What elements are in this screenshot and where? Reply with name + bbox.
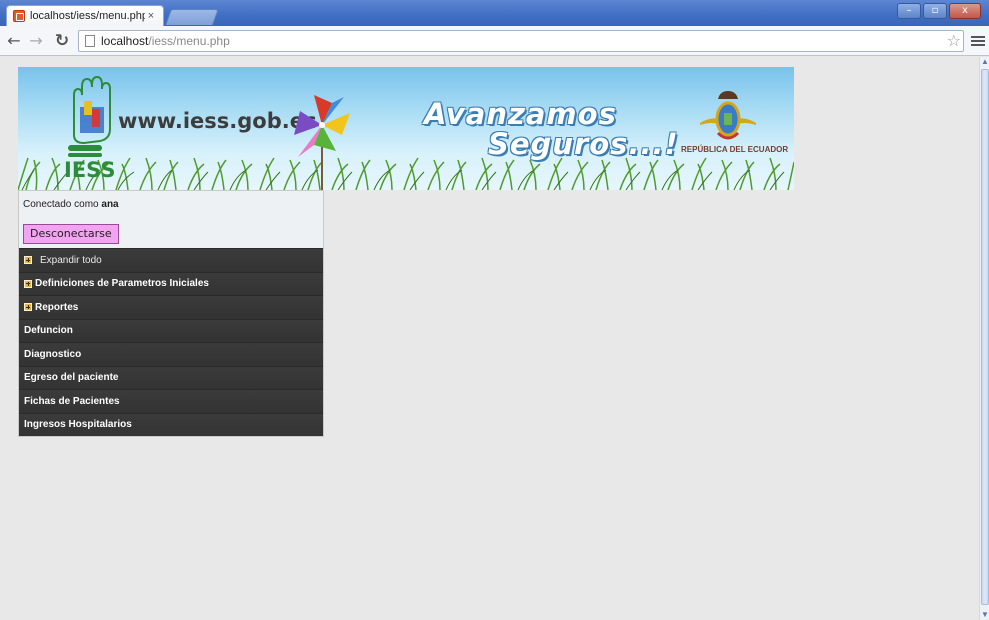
vertical-scrollbar[interactable]: ▲ ▼ bbox=[979, 57, 989, 620]
menu-item-diagnostico[interactable]: Diagnostico bbox=[19, 342, 323, 366]
menu-item-defuncion[interactable]: Defuncion bbox=[19, 318, 323, 342]
url-host: localhost bbox=[101, 34, 149, 48]
bookmark-star-icon[interactable]: ☆ bbox=[947, 31, 961, 50]
favicon-icon bbox=[13, 10, 25, 22]
menu-item-label: Fichas de Pacientes bbox=[24, 395, 120, 407]
session-prefix: Conectado como bbox=[23, 199, 99, 210]
iess-logo-icon: IESS bbox=[64, 75, 115, 179]
back-arrow-icon[interactable]: ← bbox=[4, 31, 24, 51]
menu-item-label: Egreso del paciente bbox=[24, 372, 119, 383]
nav-menu: Expandir todo Definiciones de Parametros… bbox=[19, 248, 323, 436]
forward-arrow-icon[interactable]: → bbox=[26, 31, 46, 51]
menu-expand-all[interactable]: Expandir todo bbox=[19, 248, 323, 272]
tab-title: localhost/iess/menu.php bbox=[30, 10, 145, 22]
header-banner: IESS www.iess.gob.ec Avanzamos Seguros..… bbox=[18, 67, 794, 190]
window-titlebar: localhost/iess/menu.php × – ▫ x bbox=[0, 0, 989, 26]
slogan-line-1: Avanzamos bbox=[424, 97, 617, 131]
plus-icon bbox=[24, 303, 32, 312]
url-path: /iess/menu.php bbox=[148, 34, 230, 48]
plus-icon bbox=[24, 279, 32, 288]
page-icon bbox=[85, 35, 95, 47]
scroll-thumb[interactable] bbox=[981, 69, 989, 605]
scroll-down-icon[interactable]: ▼ bbox=[980, 610, 989, 620]
logout-button[interactable]: Desconectarse bbox=[23, 224, 119, 244]
menu-panel: Conectado como ana Desconectarse Expandi… bbox=[18, 190, 324, 437]
menu-item-label: Ingresos Hospitalarios bbox=[24, 419, 132, 430]
reload-icon[interactable]: ↻ bbox=[52, 31, 72, 51]
plus-icon bbox=[24, 256, 32, 265]
menu-item-fichas[interactable]: Fichas de Pacientes bbox=[19, 389, 323, 413]
tab-close-icon[interactable]: × bbox=[145, 10, 157, 22]
menu-item-ingresos[interactable]: Ingresos Hospitalarios bbox=[19, 412, 323, 436]
browser-menu-icon[interactable] bbox=[971, 31, 985, 51]
scroll-up-icon[interactable]: ▲ bbox=[980, 57, 989, 67]
browser-tab[interactable]: localhost/iess/menu.php × bbox=[6, 5, 164, 26]
logo-text: IESS bbox=[64, 158, 115, 179]
new-tab-button[interactable] bbox=[165, 9, 219, 25]
minimize-button[interactable]: – bbox=[897, 3, 921, 19]
menu-item-label: Diagnostico bbox=[24, 348, 82, 360]
address-bar[interactable]: localhost/iess/menu.php ☆ bbox=[78, 30, 964, 52]
session-status: Conectado como ana bbox=[23, 199, 319, 213]
pinwheel-icon bbox=[294, 95, 350, 190]
menu-item-label: Definiciones de Parametros Iniciales bbox=[35, 278, 209, 289]
menu-item-label: Reportes bbox=[35, 301, 79, 313]
menu-item-reportes[interactable]: Reportes bbox=[19, 295, 323, 319]
maximize-button[interactable]: ▫ bbox=[923, 3, 947, 19]
menu-item-label: Defuncion bbox=[24, 325, 73, 336]
menu-item-egreso[interactable]: Egreso del paciente bbox=[19, 365, 323, 389]
country-text: REPÚBLICA DEL ECUADOR bbox=[681, 145, 789, 154]
window-controls: – ▫ x bbox=[897, 3, 981, 19]
menu-item-definiciones[interactable]: Definiciones de Parametros Iniciales bbox=[19, 271, 323, 295]
session-box: Conectado como ana Desconectarse bbox=[19, 191, 323, 248]
close-window-button[interactable]: x bbox=[949, 3, 981, 19]
menu-item-label: Expandir todo bbox=[40, 254, 102, 266]
slogan-line-2: Seguros...! bbox=[488, 127, 679, 161]
coat-of-arms-icon bbox=[700, 91, 756, 140]
browser-toolbar: ← → ↻ localhost/iess/menu.php ☆ bbox=[0, 26, 989, 56]
session-username: ana bbox=[101, 199, 119, 210]
page-viewport: IESS www.iess.gob.ec Avanzamos Seguros..… bbox=[0, 57, 979, 620]
